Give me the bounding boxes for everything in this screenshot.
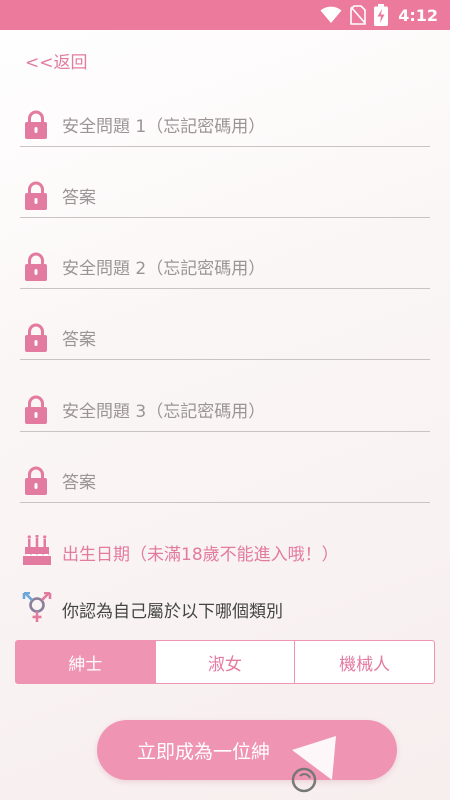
birthday-cake-icon bbox=[23, 535, 51, 565]
status-icons: 4:12 bbox=[320, 4, 438, 26]
gender-prompt: 你認為自己屬於以下哪個類別 bbox=[62, 602, 283, 622]
gender-prompt-row: 你認為自己屬於以下哪個類別 bbox=[20, 590, 440, 626]
submit-button[interactable]: 立即成為一位紳 bbox=[97, 720, 397, 780]
status-bar: 4:12 bbox=[0, 0, 450, 30]
lock-icon bbox=[25, 466, 47, 495]
watermark-logo-icon bbox=[291, 736, 336, 793]
birthday-label: 出生日期（未滿18歲不能進入哦！） bbox=[62, 545, 339, 565]
security-question-2-field[interactable]: 安全問題 2（忘記密碼用） bbox=[20, 244, 430, 289]
answer-2-placeholder: 答案 bbox=[62, 330, 96, 350]
gender-segmented-control: 紳士 淑女 機械人 bbox=[15, 640, 435, 684]
security-question-1-placeholder: 安全問題 1（忘記密碼用） bbox=[62, 117, 266, 137]
lock-icon bbox=[25, 181, 47, 210]
security-question-3-field[interactable]: 安全問題 3（忘記密碼用） bbox=[20, 387, 430, 432]
answer-1-field[interactable]: 答案 bbox=[20, 173, 430, 218]
answer-3-field[interactable]: 答案 bbox=[20, 458, 430, 503]
answer-1-placeholder: 答案 bbox=[62, 188, 96, 208]
gender-option-gentleman[interactable]: 紳士 bbox=[16, 641, 156, 683]
security-question-3-placeholder: 安全問題 3（忘記密碼用） bbox=[62, 402, 266, 422]
lock-icon bbox=[25, 323, 47, 352]
security-question-1-field[interactable]: 安全問題 1（忘記密碼用） bbox=[20, 102, 430, 147]
lock-icon bbox=[25, 395, 47, 424]
status-time: 4:12 bbox=[398, 5, 438, 25]
back-link[interactable]: <<返回 bbox=[25, 48, 88, 73]
answer-2-field[interactable]: 答案 bbox=[20, 315, 430, 360]
wifi-icon bbox=[320, 6, 342, 23]
lock-icon bbox=[25, 110, 47, 139]
answer-3-placeholder: 答案 bbox=[62, 473, 96, 493]
no-sim-icon bbox=[350, 5, 367, 25]
lock-icon bbox=[25, 252, 47, 281]
security-question-2-placeholder: 安全問題 2（忘記密碼用） bbox=[62, 259, 266, 279]
birthday-picker[interactable]: 出生日期（未滿18歲不能進入哦！） bbox=[20, 533, 440, 569]
gender-symbol-icon bbox=[22, 592, 52, 622]
battery-charging-icon bbox=[374, 4, 389, 26]
submit-button-label: 立即成為一位紳 bbox=[137, 740, 271, 763]
gender-option-lady[interactable]: 淑女 bbox=[156, 641, 296, 683]
gender-option-robot[interactable]: 機械人 bbox=[295, 641, 434, 683]
